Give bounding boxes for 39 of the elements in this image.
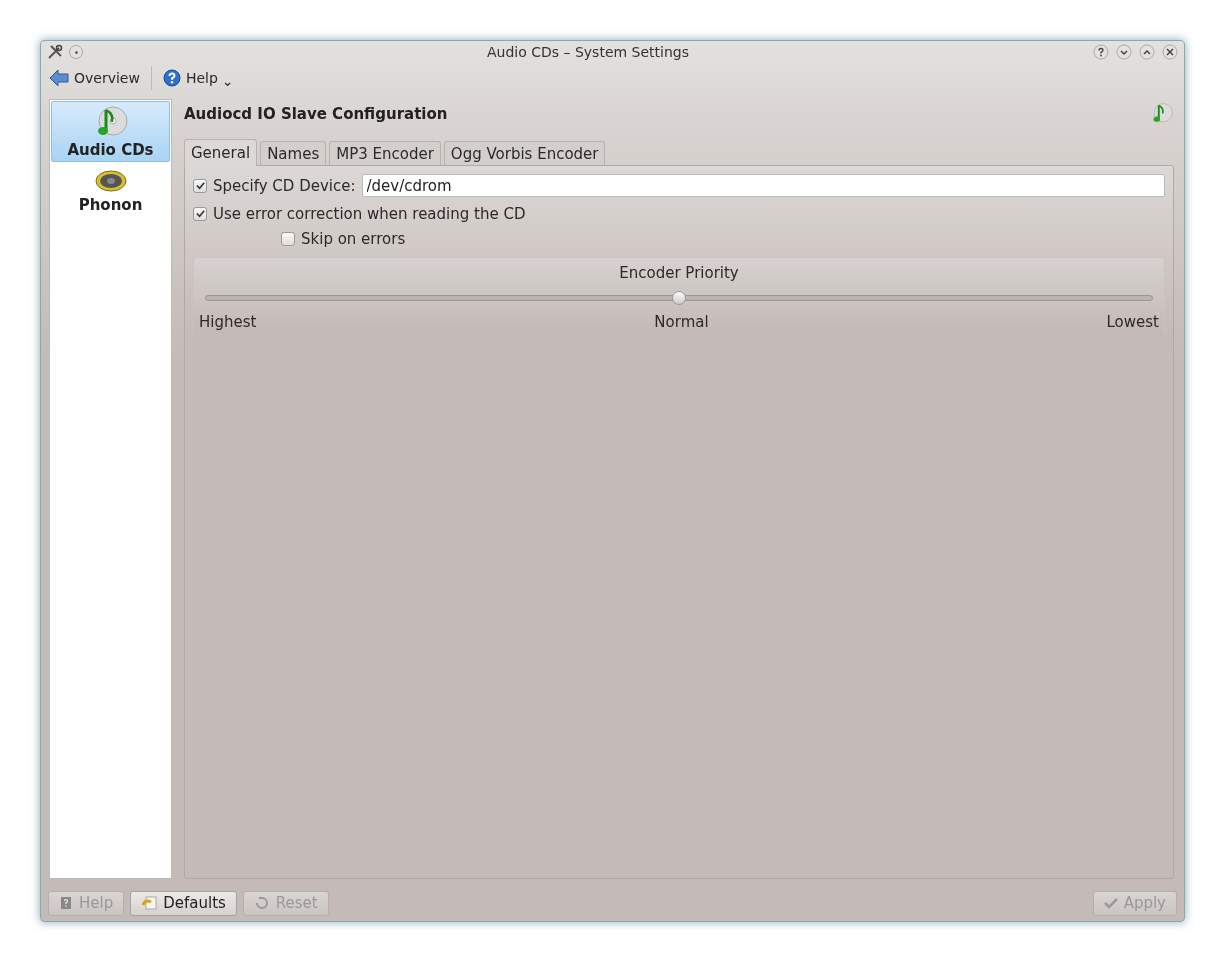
sidebar-item[interactable]: Audio CDs (51, 101, 170, 162)
checkmark-icon (1103, 897, 1118, 909)
checkbox-label[interactable]: Specify CD Device: (213, 176, 356, 195)
window-title: Audio CDs – System Settings (485, 44, 691, 60)
minimize-icon[interactable] (1116, 44, 1132, 60)
defaults-button[interactable]: Defaults (130, 890, 237, 916)
music-cd-icon (1151, 103, 1173, 125)
slider-thumb[interactable] (672, 291, 686, 305)
back-arrow-icon (49, 69, 69, 87)
help-icon[interactable] (1093, 44, 1109, 60)
help-icon (162, 69, 181, 87)
maximize-icon[interactable] (1139, 44, 1155, 60)
tab[interactable]: Ogg Vorbis Encoder (443, 141, 606, 165)
checkbox[interactable] (193, 178, 207, 193)
slider[interactable] (205, 290, 1153, 306)
tab[interactable]: General (184, 139, 258, 166)
group-title: Encoder Priority (618, 263, 740, 284)
help-menu-button[interactable]: Help (160, 67, 220, 89)
device-input-field[interactable]: /dev/cdrom (361, 174, 1165, 197)
overview-button[interactable]: Overview (47, 67, 142, 89)
tools-icon[interactable] (47, 44, 63, 60)
checkbox[interactable] (193, 206, 207, 221)
checkbox-label[interactable]: Skip on errors (301, 230, 406, 248)
document-undo-icon (141, 896, 158, 910)
sidebar-item[interactable]: Phonon (51, 162, 170, 217)
speaker-icon (93, 167, 128, 195)
checkbox[interactable] (281, 232, 295, 246)
caret-icon[interactable]: ⌄ (221, 73, 234, 89)
book-icon (59, 896, 73, 910)
undo-icon (253, 896, 270, 910)
close-icon[interactable] (1162, 44, 1178, 60)
tab[interactable]: Names (260, 141, 327, 165)
tab[interactable]: MP3 Encoder (329, 141, 441, 165)
slider-label: Highest (199, 312, 257, 332)
checkbox-label[interactable]: Use error correction when reading the CD (213, 204, 526, 223)
slider-label: Normal (654, 312, 709, 332)
menu-dot-button[interactable] (69, 45, 83, 59)
page-title: Audiocd IO Slave Configuration (184, 105, 448, 123)
slider-label: Lowest (1106, 312, 1159, 332)
